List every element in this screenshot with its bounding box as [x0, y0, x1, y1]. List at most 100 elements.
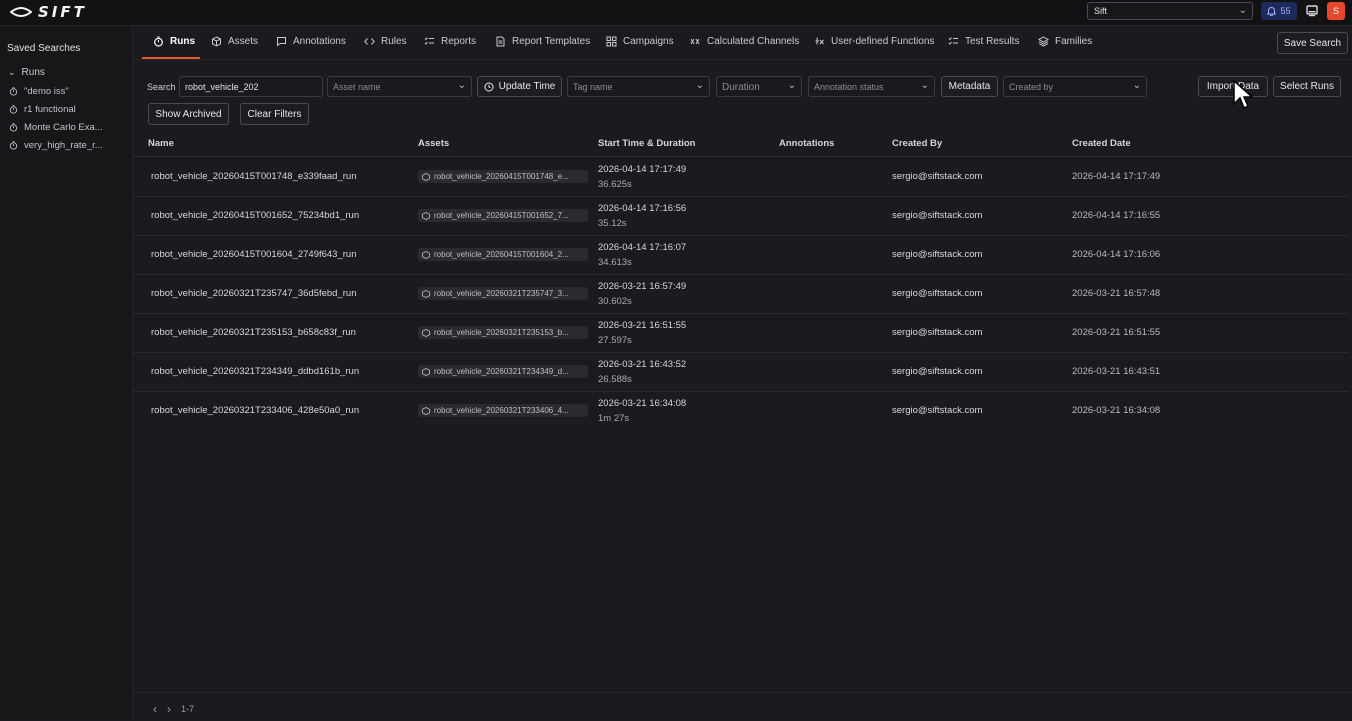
table-row[interactable]: robot_vehicle_20260321T235153_b658c83f_r… — [133, 313, 1348, 353]
tab-assets[interactable]: Assets — [211, 36, 258, 47]
tab-runs[interactable]: Runs — [153, 36, 195, 47]
annotation-status-select[interactable]: Annotation status ⌄ — [808, 76, 935, 97]
created-by: sergio@siftstack.com — [892, 366, 983, 377]
chevron-down-icon: ⌄ — [920, 80, 929, 91]
table-row[interactable]: robot_vehicle_20260321T233406_428e50a0_r… — [133, 391, 1348, 430]
duration-select[interactable]: Duration ⌄ — [716, 76, 802, 97]
saved-searches-group-runs[interactable]: ⌄ Runs — [8, 67, 45, 78]
tab-calculated-channels[interactable]: Calculated Channels — [690, 36, 799, 47]
asset-chip[interactable]: robot_vehicle_20260415T001748_e... — [418, 170, 588, 183]
select-runs-label: Select Runs — [1280, 81, 1334, 92]
show-archived-label: Show Archived — [155, 108, 222, 120]
chevron-down-icon: ⌄ — [695, 80, 704, 91]
table-header: Name Assets Start Time & Duration Annota… — [133, 131, 1352, 157]
column-header-annotations[interactable]: Annotations — [779, 138, 834, 149]
organization-select[interactable]: Sift ⌄ — [1087, 2, 1253, 20]
column-header-created-date[interactable]: Created Date — [1072, 138, 1131, 149]
stopwatch-icon — [154, 36, 163, 47]
table-row[interactable]: robot_vehicle_20260321T235747_36d5febd_r… — [133, 274, 1348, 314]
table-row[interactable]: robot_vehicle_20260415T001604_2749f643_r… — [133, 235, 1348, 275]
save-search-button[interactable]: Save Search — [1277, 32, 1348, 54]
tab-report-templates[interactable]: Report Templates — [495, 36, 590, 47]
table-row[interactable]: robot_vehicle_20260415T001652_75234bd1_r… — [133, 196, 1348, 236]
stopwatch-icon — [9, 87, 18, 96]
select-runs-button[interactable]: Select Runs — [1273, 76, 1341, 97]
run-name[interactable]: robot_vehicle_20260415T001604_2749f643_r… — [151, 249, 356, 260]
tab-families[interactable]: Families — [1038, 36, 1092, 47]
cube-icon — [422, 289, 430, 298]
tab-reports[interactable]: Reports — [424, 36, 476, 47]
start-time: 2026-03-21 16:43:52 — [598, 359, 687, 370]
created-by: sergio@siftstack.com — [892, 327, 983, 338]
notifications-button[interactable]: 55 — [1261, 2, 1297, 20]
column-header-name[interactable]: Name — [148, 138, 174, 149]
asset-chip[interactable]: robot_vehicle_20260415T001652_7... — [418, 209, 588, 222]
asset-chip[interactable]: robot_vehicle_20260321T233406_4... — [418, 404, 588, 417]
active-tab-indicator — [142, 57, 200, 59]
saved-search-item[interactable]: very_high_rate_r... — [9, 140, 103, 151]
tab-annotations[interactable]: Annotations — [276, 36, 346, 47]
start-time: 2026-04-14 17:16:07 — [598, 242, 687, 253]
duration: 26.588s — [598, 374, 632, 385]
tab-rules[interactable]: Rules — [364, 36, 407, 47]
chevron-down-icon: ⌄ — [457, 80, 466, 91]
tab-test-results[interactable]: Test Results — [948, 36, 1019, 47]
clear-filters-button[interactable]: Clear Filters — [240, 103, 309, 125]
table-row[interactable]: robot_vehicle_20260321T234349_ddbd161b_r… — [133, 352, 1348, 392]
user-avatar[interactable]: S — [1327, 2, 1345, 20]
duration: 27.597s — [598, 335, 632, 346]
search-input[interactable]: robot_vehicle_202 — [179, 76, 323, 97]
monitor-icon[interactable] — [1305, 4, 1319, 18]
annotation-status-placeholder: Annotation status — [814, 82, 884, 92]
asset-chip[interactable]: robot_vehicle_20260415T001604_2... — [418, 248, 588, 261]
run-name[interactable]: robot_vehicle_20260321T233406_428e50a0_r… — [151, 405, 359, 416]
table-footer: ‹ › 1-7 — [133, 692, 1352, 721]
duration: 1m 27s — [598, 413, 630, 424]
sift-logo[interactable]: SIFT — [10, 3, 87, 21]
saved-search-item[interactable]: Monte Carlo Exa... — [9, 122, 103, 133]
run-name[interactable]: robot_vehicle_20260415T001748_e339faad_r… — [151, 171, 356, 182]
created-by-select[interactable]: Created by ⌄ — [1003, 76, 1147, 97]
cube-icon — [422, 211, 430, 220]
created-date: 2026-04-14 17:17:49 — [1072, 171, 1161, 182]
run-name[interactable]: robot_vehicle_20260415T001652_75234bd1_r… — [151, 210, 359, 221]
tab-campaigns[interactable]: Campaigns — [606, 36, 674, 47]
show-archived-button[interactable]: Show Archived — [148, 103, 229, 125]
sidebar: Saved Searches ⌄ Runs "demo iss" r1 func… — [0, 26, 133, 720]
chevron-right-icon[interactable]: › — [167, 702, 171, 716]
cube-icon — [422, 250, 430, 259]
grid-icon — [606, 36, 617, 47]
cube-icon — [422, 328, 430, 337]
asset-chip-label: robot_vehicle_20260321T235153_b... — [434, 328, 569, 337]
main-tabs: Runs Assets Annotations Rules Reports Re… — [133, 26, 1352, 60]
cube-icon — [422, 367, 430, 376]
asset-chip[interactable]: robot_vehicle_20260321T234349_d... — [418, 365, 588, 378]
bell-icon — [1267, 7, 1277, 16]
metadata-button[interactable]: Metadata — [941, 76, 998, 97]
saved-search-item[interactable]: "demo iss" — [9, 86, 69, 97]
column-header-assets[interactable]: Assets — [418, 138, 449, 149]
asset-chip-label: robot_vehicle_20260415T001748_e... — [434, 172, 569, 181]
asset-chip[interactable]: robot_vehicle_20260321T235747_3... — [418, 287, 588, 300]
saved-search-item[interactable]: r1 functional — [9, 104, 76, 115]
tab-label: Annotations — [293, 36, 346, 47]
tab-label: Test Results — [965, 36, 1020, 47]
asset-name-select[interactable]: Asset name ⌄ — [327, 76, 472, 97]
tab-label: Calculated Channels — [707, 36, 800, 47]
asset-chip[interactable]: robot_vehicle_20260321T235153_b... — [418, 326, 588, 339]
run-name[interactable]: robot_vehicle_20260321T235747_36d5febd_r… — [151, 288, 356, 299]
created-date: 2026-03-21 16:51:55 — [1072, 327, 1161, 338]
tab-user-defined-functions[interactable]: User-defined Functions — [814, 36, 934, 47]
saved-searches-title: Saved Searches — [7, 43, 81, 54]
update-time-button[interactable]: Update Time — [477, 76, 562, 97]
table-row[interactable]: robot_vehicle_20260415T001748_e339faad_r… — [133, 157, 1348, 197]
tag-name-select[interactable]: Tag name ⌄ — [567, 76, 710, 97]
chevron-down-icon: ⌄ — [8, 67, 16, 77]
column-header-created-by[interactable]: Created By — [892, 138, 942, 149]
chevron-left-icon[interactable]: ‹ — [153, 702, 157, 716]
run-name[interactable]: robot_vehicle_20260321T235153_b658c83f_r… — [151, 327, 356, 338]
column-header-start-time[interactable]: Start Time & Duration — [598, 138, 695, 149]
created-date: 2026-03-21 16:43:51 — [1072, 366, 1161, 377]
asset-name-placeholder: Asset name — [333, 82, 381, 92]
run-name[interactable]: robot_vehicle_20260321T234349_ddbd161b_r… — [151, 366, 359, 377]
